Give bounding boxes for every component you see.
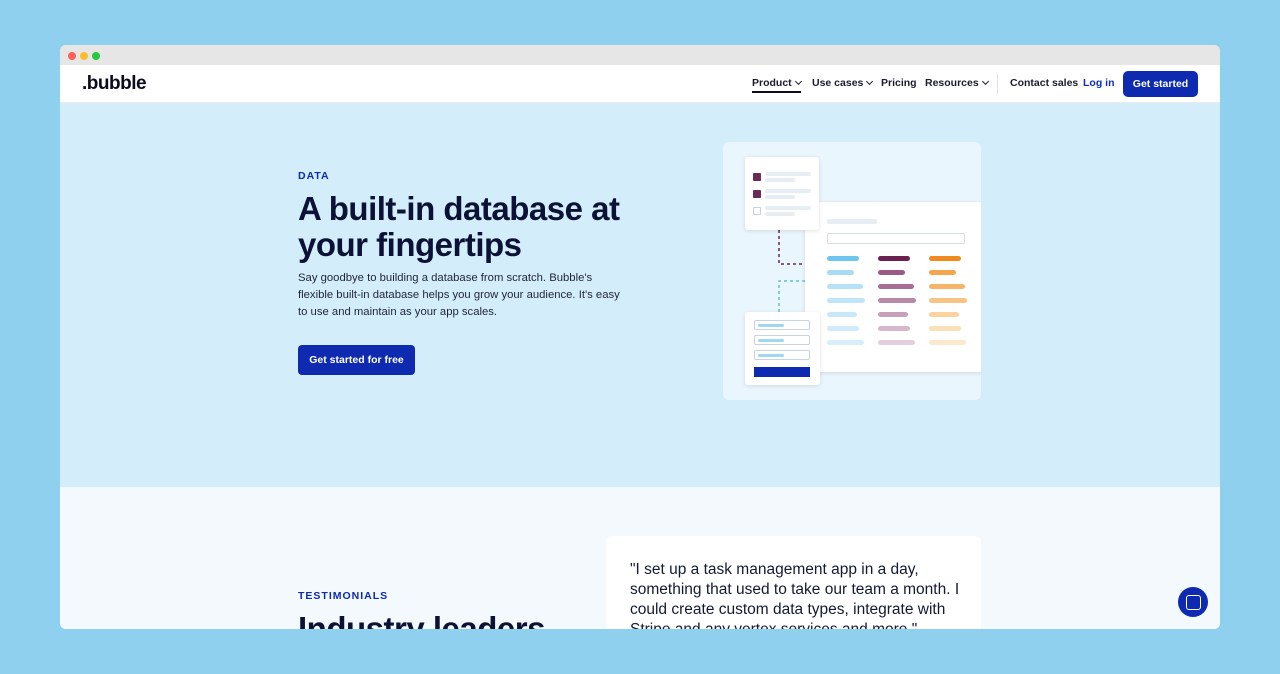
nav-use-cases[interactable]: Use cases <box>812 77 874 89</box>
chevron-down-icon <box>794 77 802 86</box>
illustration-input <box>754 335 810 345</box>
hero-description: Say goodbye to building a database from … <box>298 272 620 318</box>
contact-sales-link[interactable]: Contact sales <box>1010 77 1078 89</box>
nav-product[interactable]: Product <box>752 77 802 93</box>
chevron-down-icon <box>981 77 989 86</box>
illustration-line <box>765 189 811 193</box>
top-navbar: .bubble Product Use cases Pricing Resour… <box>60 65 1220 103</box>
nav-divider <box>997 74 998 94</box>
testimonial-quote: "I set up a task management app in a day… <box>630 561 960 629</box>
testimonial-card: "I set up a task management app in a day… <box>606 536 981 629</box>
bubble-logo[interactable]: .bubble <box>82 73 147 95</box>
hero-eyebrow: DATA <box>298 170 330 182</box>
illustration-line <box>765 195 795 199</box>
close-window-button[interactable] <box>68 52 76 60</box>
nav-product-label: Product <box>752 77 792 89</box>
nav-pricing[interactable]: Pricing <box>881 77 917 89</box>
illustration-input <box>754 350 810 360</box>
minimize-window-button[interactable] <box>80 52 88 60</box>
testimonials-title: Industry leaders <box>298 610 545 629</box>
checked-box-icon <box>753 190 761 198</box>
illustration-input <box>754 320 810 330</box>
chat-icon[interactable] <box>1178 587 1208 617</box>
nav-resources[interactable]: Resources <box>925 77 989 89</box>
testimonials-eyebrow: TESTIMONIALS <box>298 590 389 602</box>
checked-box-icon <box>753 173 761 181</box>
illustration-line <box>765 206 811 210</box>
nav-resources-label: Resources <box>925 77 979 89</box>
get-started-free-button[interactable]: Get started for free <box>298 345 415 375</box>
illustration-submit <box>754 367 810 377</box>
nav-use-cases-label: Use cases <box>812 77 864 89</box>
illustration-line <box>765 212 795 216</box>
browser-titlebar <box>60 45 1220 65</box>
hero-section: DATA A built-in database at your fingert… <box>60 103 1220 487</box>
illustration-line <box>765 178 795 182</box>
unchecked-box-icon <box>753 207 761 215</box>
login-link[interactable]: Log in <box>1083 77 1115 89</box>
chevron-down-icon <box>866 77 874 86</box>
get-started-button[interactable]: Get started <box>1123 71 1198 97</box>
hero-title: A built-in database at your fingertips <box>298 190 620 263</box>
illustration-form-card <box>745 312 820 385</box>
maximize-window-button[interactable] <box>92 52 100 60</box>
database-illustration <box>723 142 981 400</box>
illustration-line <box>765 172 811 176</box>
browser-window: .bubble Product Use cases Pricing Resour… <box>60 45 1220 629</box>
illustration-checklist-card <box>745 157 819 230</box>
testimonials-section: TESTIMONIALS Industry leaders "I set up … <box>60 487 1220 629</box>
